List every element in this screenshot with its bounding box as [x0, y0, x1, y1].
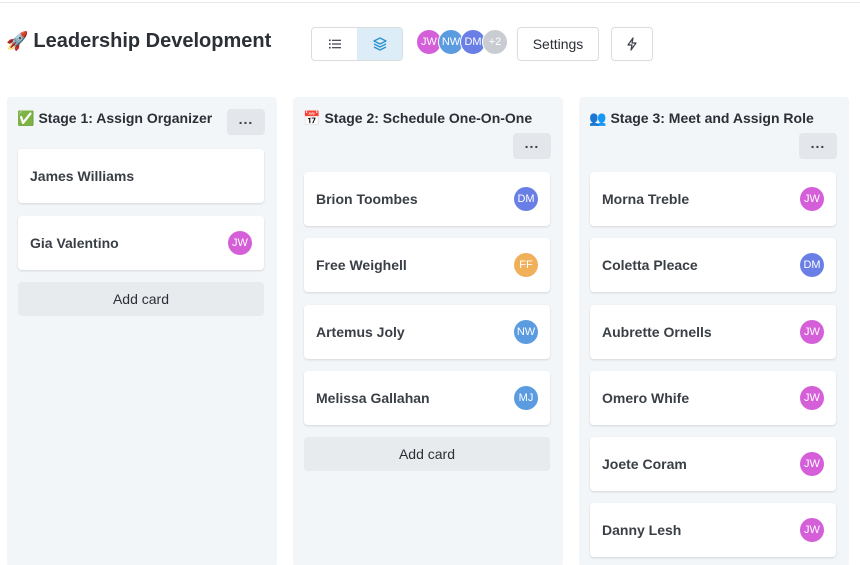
- card[interactable]: Brion Toombes DM: [304, 172, 550, 226]
- card[interactable]: Aubrette Ornells JW: [590, 305, 836, 359]
- card-title: Aubrette Ornells: [602, 324, 712, 340]
- add-card-button[interactable]: Add card: [304, 437, 550, 471]
- card-title: Gia Valentino: [30, 235, 119, 251]
- card[interactable]: Artemus Joly NW: [304, 305, 550, 359]
- automation-button[interactable]: [611, 27, 653, 61]
- assignee-avatar[interactable]: DM: [800, 253, 824, 277]
- assignee-avatar[interactable]: JW: [228, 231, 252, 255]
- assignee-avatar[interactable]: MJ: [514, 386, 538, 410]
- board-title: 🚀 Leadership Development: [6, 30, 271, 53]
- column-title-text: Stage 3: Meet and Assign Role: [610, 110, 814, 126]
- card[interactable]: Morna Treble JW: [590, 172, 836, 226]
- card[interactable]: Omero Whife JW: [590, 371, 836, 425]
- ellipsis-icon: ...: [524, 135, 540, 151]
- list-icon: [328, 39, 341, 49]
- card-title: Morna Treble: [602, 191, 690, 207]
- ellipsis-icon: ...: [810, 135, 826, 151]
- rocket-icon: 🚀: [6, 31, 29, 51]
- layers-icon: [372, 37, 387, 51]
- assignee-avatar[interactable]: JW: [800, 518, 824, 542]
- calendar-icon: 📅: [303, 110, 321, 126]
- board-view-button[interactable]: [357, 28, 402, 60]
- assignee-avatar[interactable]: NW: [514, 320, 538, 344]
- view-toggle: [311, 27, 403, 61]
- card[interactable]: Gia Valentino JW: [18, 216, 264, 270]
- card[interactable]: Danny Lesh JW: [590, 503, 836, 557]
- assignee-avatar[interactable]: JW: [800, 187, 824, 211]
- column-title: 👥 Stage 3: Meet and Assign Role: [589, 110, 814, 127]
- card[interactable]: Coletta Pleace DM: [590, 238, 836, 292]
- assignee-avatar[interactable]: DM: [514, 187, 538, 211]
- card[interactable]: Free Weighell FF: [304, 238, 550, 292]
- assignee-avatar[interactable]: JW: [800, 320, 824, 344]
- card-title: Coletta Pleace: [602, 257, 698, 273]
- column-title: ✅ Stage 1: Assign Organizer: [17, 110, 212, 127]
- board-title-text: Leadership Development: [33, 30, 272, 52]
- assignee-avatar[interactable]: FF: [514, 253, 538, 277]
- card-title: Artemus Joly: [316, 324, 405, 340]
- top-divider: [0, 0, 860, 3]
- card-title: Joete Coram: [602, 456, 687, 472]
- card[interactable]: Melissa Gallahan MJ: [304, 371, 550, 425]
- card-title: Danny Lesh: [602, 522, 682, 538]
- assignee-avatar[interactable]: JW: [800, 452, 824, 476]
- card-title: James Williams: [30, 168, 135, 184]
- add-card-button[interactable]: Add card: [18, 282, 264, 316]
- more-members-badge[interactable]: +2: [482, 29, 508, 55]
- list-view-button[interactable]: [312, 28, 357, 60]
- card-title: Free Weighell: [316, 257, 407, 273]
- ellipsis-icon: ...: [238, 111, 254, 127]
- settings-button[interactable]: Settings: [517, 27, 599, 61]
- board-header: 🚀 Leadership Development JW NW DM +2 Set…: [0, 22, 860, 66]
- card-title: Melissa Gallahan: [316, 390, 430, 406]
- column-menu-button[interactable]: ...: [799, 133, 837, 159]
- column-title: 📅 Stage 2: Schedule One-On-One: [303, 110, 532, 127]
- card[interactable]: Joete Coram JW: [590, 437, 836, 491]
- assignee-avatar[interactable]: JW: [800, 386, 824, 410]
- people-icon: 👥: [589, 110, 607, 126]
- lightning-icon: [627, 37, 637, 51]
- card-title: Omero Whife: [602, 390, 690, 406]
- column-stage-3: 👥 Stage 3: Meet and Assign Role ... Morna…: [579, 97, 849, 565]
- column-title-text: Stage 2: Schedule One-On-One: [324, 110, 533, 126]
- column-title-text: Stage 1: Assign Organizer: [38, 110, 213, 126]
- card[interactable]: James Williams: [18, 149, 264, 203]
- column-menu-button[interactable]: ...: [227, 109, 265, 135]
- check-mark-icon: ✅: [17, 110, 35, 126]
- card-title: Brion Toombes: [316, 191, 418, 207]
- column-stage-2: 📅 Stage 2: Schedule One-On-One ... Brion …: [293, 97, 563, 565]
- column-menu-button[interactable]: ...: [513, 133, 551, 159]
- column-stage-1: ✅ Stage 1: Assign Organizer ... James Wil…: [7, 97, 277, 565]
